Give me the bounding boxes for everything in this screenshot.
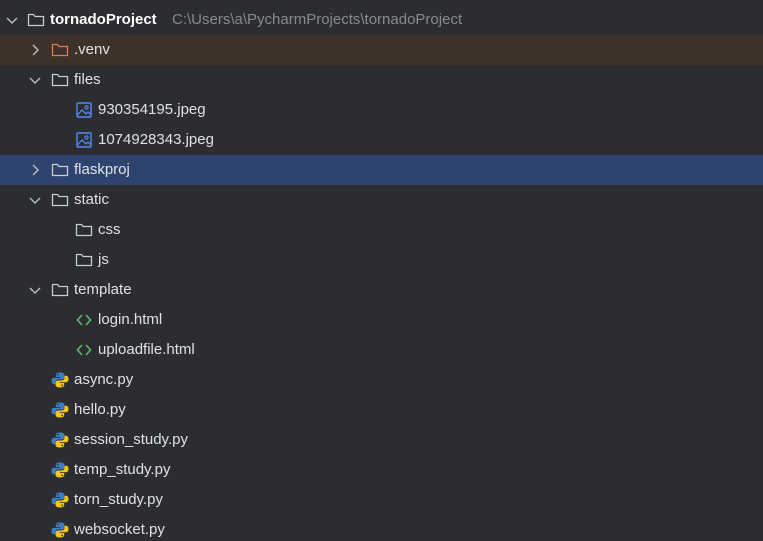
python-file-icon <box>51 372 69 388</box>
project-path: C:\Users\a\PycharmProjects\tornadoProjec… <box>172 11 463 28</box>
tree-row-static[interactable]: static <box>0 185 763 215</box>
html-file-icon <box>76 344 92 356</box>
tree-item-label: login.html <box>98 311 163 328</box>
tree-row-python-file[interactable]: websocket.py <box>0 515 763 541</box>
folder-icon <box>27 13 45 27</box>
tree-row-python-file[interactable]: session_study.py <box>0 425 763 455</box>
tree-item-label: flaskproj <box>74 161 130 178</box>
image-file-icon <box>76 132 92 148</box>
chevron-down-icon[interactable] <box>27 282 43 298</box>
project-name: tornadoProject <box>50 11 157 28</box>
chevron-down-icon[interactable] <box>27 72 43 88</box>
folder-icon <box>51 73 69 87</box>
chevron-down-icon[interactable] <box>4 12 20 28</box>
python-file-icon <box>51 432 69 448</box>
html-file-icon <box>76 314 92 326</box>
folder-icon <box>75 223 93 237</box>
chevron-down-icon[interactable] <box>27 192 43 208</box>
image-file-icon <box>76 102 92 118</box>
tree-row-css[interactable]: css <box>0 215 763 245</box>
tree-row-template[interactable]: template <box>0 275 763 305</box>
tree-row-html-file[interactable]: uploadfile.html <box>0 335 763 365</box>
python-file-icon <box>51 492 69 508</box>
tree-row-python-file[interactable]: async.py <box>0 365 763 395</box>
folder-icon <box>51 283 69 297</box>
tree-item-label: hello.py <box>74 401 126 418</box>
tree-row-root[interactable]: tornadoProject C:\Users\a\PycharmProject… <box>0 5 763 35</box>
project-tree: tornadoProject C:\Users\a\PycharmProject… <box>0 0 763 541</box>
tree-item-label: files <box>74 71 101 88</box>
folder-icon <box>75 253 93 267</box>
tree-item-label: static <box>74 191 110 208</box>
python-file-icon <box>51 522 69 538</box>
tree-row-html-file[interactable]: login.html <box>0 305 763 335</box>
tree-item-label: 930354195.jpeg <box>98 101 206 118</box>
tree-row-js[interactable]: js <box>0 245 763 275</box>
tree-item-label: css <box>98 221 121 238</box>
tree-row-flaskproj[interactable]: flaskproj <box>0 155 763 185</box>
folder-icon <box>51 163 69 177</box>
tree-row-venv[interactable]: .venv <box>0 35 763 65</box>
chevron-right-icon[interactable] <box>27 162 43 178</box>
tree-item-label: session_study.py <box>74 431 188 448</box>
tree-row-python-file[interactable]: torn_study.py <box>0 485 763 515</box>
tree-row-image-file[interactable]: 1074928343.jpeg <box>0 125 763 155</box>
tree-row-python-file[interactable]: temp_study.py <box>0 455 763 485</box>
tree-item-label: async.py <box>74 371 134 388</box>
excluded-folder-icon <box>51 43 69 57</box>
tree-item-label: js <box>98 251 109 268</box>
python-file-icon <box>51 402 69 418</box>
python-file-icon <box>51 462 69 478</box>
tree-item-label: websocket.py <box>74 521 165 538</box>
tree-item-label: torn_study.py <box>74 491 163 508</box>
tree-item-label: 1074928343.jpeg <box>98 131 214 148</box>
tree-item-label: template <box>74 281 132 298</box>
tree-row-python-file[interactable]: hello.py <box>0 395 763 425</box>
tree-item-label: temp_study.py <box>74 461 171 478</box>
folder-icon <box>51 193 69 207</box>
tree-row-image-file[interactable]: 930354195.jpeg <box>0 95 763 125</box>
tree-item-label: uploadfile.html <box>98 341 195 358</box>
tree-row-files[interactable]: files <box>0 65 763 95</box>
chevron-right-icon[interactable] <box>27 42 43 58</box>
tree-item-label: .venv <box>74 41 110 58</box>
